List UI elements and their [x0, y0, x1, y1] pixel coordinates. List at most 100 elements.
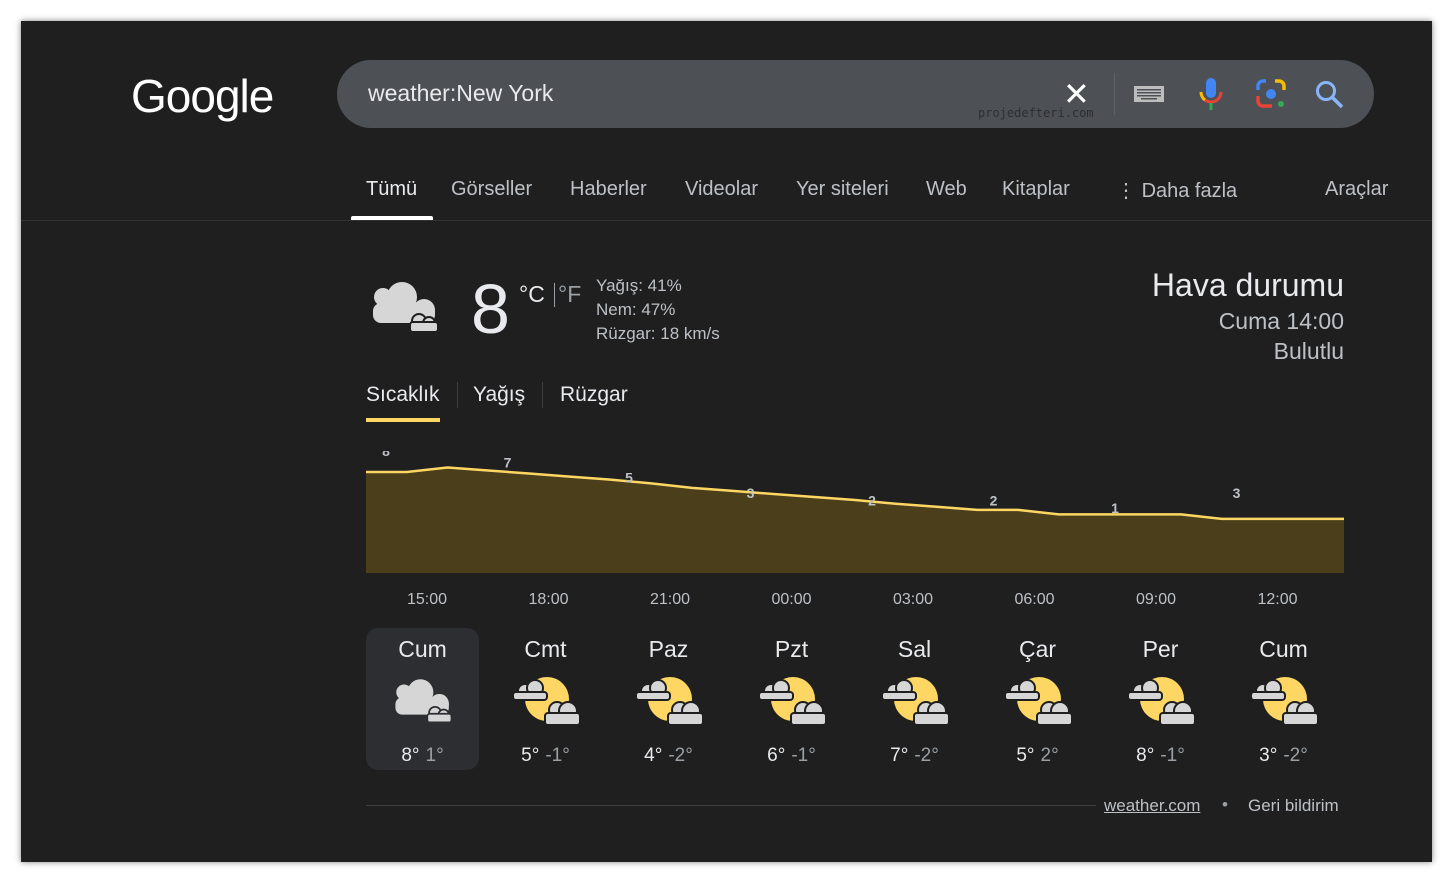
tab-videos[interactable]: Videolar: [685, 178, 758, 201]
high-temp: 4°: [644, 745, 663, 766]
low-temp: -1°: [1160, 745, 1185, 766]
low-temp: -2°: [914, 745, 939, 766]
divider: [366, 805, 1096, 806]
tab-places[interactable]: Yer siteleri: [796, 178, 889, 201]
day-forecast[interactable]: Paz 4° -2°: [612, 628, 725, 770]
high-temp: 7°: [890, 745, 909, 766]
low-temp: 2°: [1040, 745, 1059, 766]
high-temp: 8°: [401, 745, 420, 766]
low-temp: 1°: [425, 745, 444, 766]
tools-button[interactable]: Araçlar: [1325, 178, 1388, 201]
feedback-link[interactable]: Geri bildirim: [1248, 796, 1339, 816]
chart-area: [366, 467, 1344, 573]
chart-data-label: 8: [382, 451, 390, 459]
chart-data-label: 3: [1233, 485, 1241, 501]
low-temp: -2°: [668, 745, 693, 766]
unit-celsius[interactable]: °C: [519, 281, 545, 308]
day-forecast[interactable]: Pzt 6° -1°: [735, 628, 848, 770]
chart-data-label: 2: [868, 492, 876, 508]
precipitation: Yağış: 41%: [596, 276, 682, 295]
current-temp: 8: [471, 270, 510, 348]
day-name: Sal: [897, 636, 932, 662]
day-forecast[interactable]: Sal 7° -2°: [858, 628, 971, 770]
lens-icon[interactable]: [1255, 78, 1287, 110]
weather-condition: Bulutlu: [1273, 338, 1344, 364]
tab-temperature[interactable]: Sıcaklık: [366, 383, 440, 407]
high-temp: 8°: [1136, 745, 1155, 766]
keyboard-icon[interactable]: [1134, 84, 1164, 104]
day-forecast[interactable]: Cum 3° -2°: [1227, 628, 1340, 770]
tab-news[interactable]: Haberler: [570, 178, 647, 201]
chart-data-label: 1: [1111, 500, 1119, 516]
tab-precipitation[interactable]: Yağış: [473, 383, 525, 407]
more-vert-icon: ⋮: [1116, 180, 1142, 202]
day-name: Cum: [398, 636, 447, 662]
partly-cloudy-icon: [1249, 677, 1319, 725]
chart-data-label: 2: [990, 492, 998, 508]
partly-cloudy-icon: [511, 677, 581, 725]
tab-images[interactable]: Görseller: [451, 178, 532, 201]
weather-details: Yağış: 41% Nem: 47% Rüzgar: 18 km/s: [596, 274, 720, 346]
cloudy-icon: [373, 282, 439, 333]
day-temps: 8° -1°: [1104, 745, 1217, 767]
divider: [542, 382, 543, 408]
day-name: Per: [1142, 636, 1179, 662]
weather-header: Hava durumu Cuma 14:00 Bulutlu: [1152, 267, 1344, 366]
day-name: Cum: [1259, 636, 1308, 662]
hour-label: 21:00: [649, 591, 691, 608]
low-temp: -1°: [545, 745, 570, 766]
weather-title: Hava durumu: [1151, 267, 1344, 303]
bullet-separator: •: [1222, 795, 1228, 814]
day-forecast[interactable]: Per 8° -1°: [1104, 628, 1217, 770]
hour-label: 06:00: [1014, 591, 1055, 608]
mic-icon[interactable]: [1197, 78, 1225, 112]
low-temp: -2°: [1283, 745, 1308, 766]
day-name: Pzt: [774, 636, 809, 662]
hour-label: 09:00: [1135, 591, 1177, 608]
chart-data-label: 7: [504, 455, 512, 471]
weather-time: Cuma 14:00: [1218, 308, 1344, 334]
day-temps: 5° -1°: [489, 745, 602, 767]
search-icon[interactable]: [1315, 80, 1345, 110]
partly-cloudy-icon: [634, 677, 704, 725]
high-temp: 5°: [1016, 745, 1035, 766]
active-tab-indicator: [366, 418, 440, 422]
tab-books[interactable]: Kitaplar: [1002, 178, 1070, 201]
day-temps: 4° -2°: [612, 745, 725, 767]
day-temps: 8° 1°: [366, 745, 479, 767]
close-icon[interactable]: ✕: [1063, 76, 1090, 112]
day-temps: 3° -2°: [1227, 745, 1340, 767]
search-input[interactable]: weather:New York: [368, 80, 553, 107]
tab-wind[interactable]: Rüzgar: [560, 383, 628, 407]
high-temp: 5°: [521, 745, 540, 766]
high-temp: 3°: [1259, 745, 1278, 766]
day-forecast[interactable]: Cum 8° 1°: [366, 628, 479, 770]
hour-label: 12:00: [1257, 591, 1298, 608]
hour-label: 15:00: [406, 591, 448, 608]
day-temps: 5° 2°: [981, 745, 1094, 767]
day-forecast[interactable]: Cmt 5° -1°: [489, 628, 602, 770]
divider: [21, 220, 1432, 221]
partly-cloudy-icon: [880, 677, 950, 725]
chart-data-label: 3: [747, 485, 755, 501]
unit-fahrenheit[interactable]: °F: [558, 281, 581, 308]
temperature-chart[interactable]: 8 7 5 3 2 2 1 3: [366, 451, 1344, 576]
tab-all[interactable]: Tümü: [366, 178, 417, 201]
google-logo[interactable]: Google: [131, 69, 274, 123]
chart-data-label: 5: [625, 470, 633, 486]
day-name: Cmt: [524, 636, 567, 662]
day-name: Çar: [1018, 636, 1057, 662]
divider: [554, 283, 555, 307]
cloudy-icon: [394, 679, 452, 724]
more-button[interactable]: ⋮ Daha fazla: [1116, 178, 1237, 203]
more-label: Daha fazla: [1141, 180, 1238, 202]
day-forecast[interactable]: Çar 5° 2°: [981, 628, 1094, 770]
hour-label: 18:00: [528, 591, 569, 608]
day-temps: 7° -2°: [858, 745, 971, 767]
search-bar[interactable]: weather:New York projedefteri.com ✕: [337, 60, 1374, 128]
partly-cloudy-icon: [1003, 677, 1073, 725]
partly-cloudy-icon: [757, 677, 827, 725]
tab-web[interactable]: Web: [926, 178, 967, 201]
high-temp: 6°: [767, 745, 786, 766]
source-link[interactable]: weather.com: [1104, 796, 1200, 816]
